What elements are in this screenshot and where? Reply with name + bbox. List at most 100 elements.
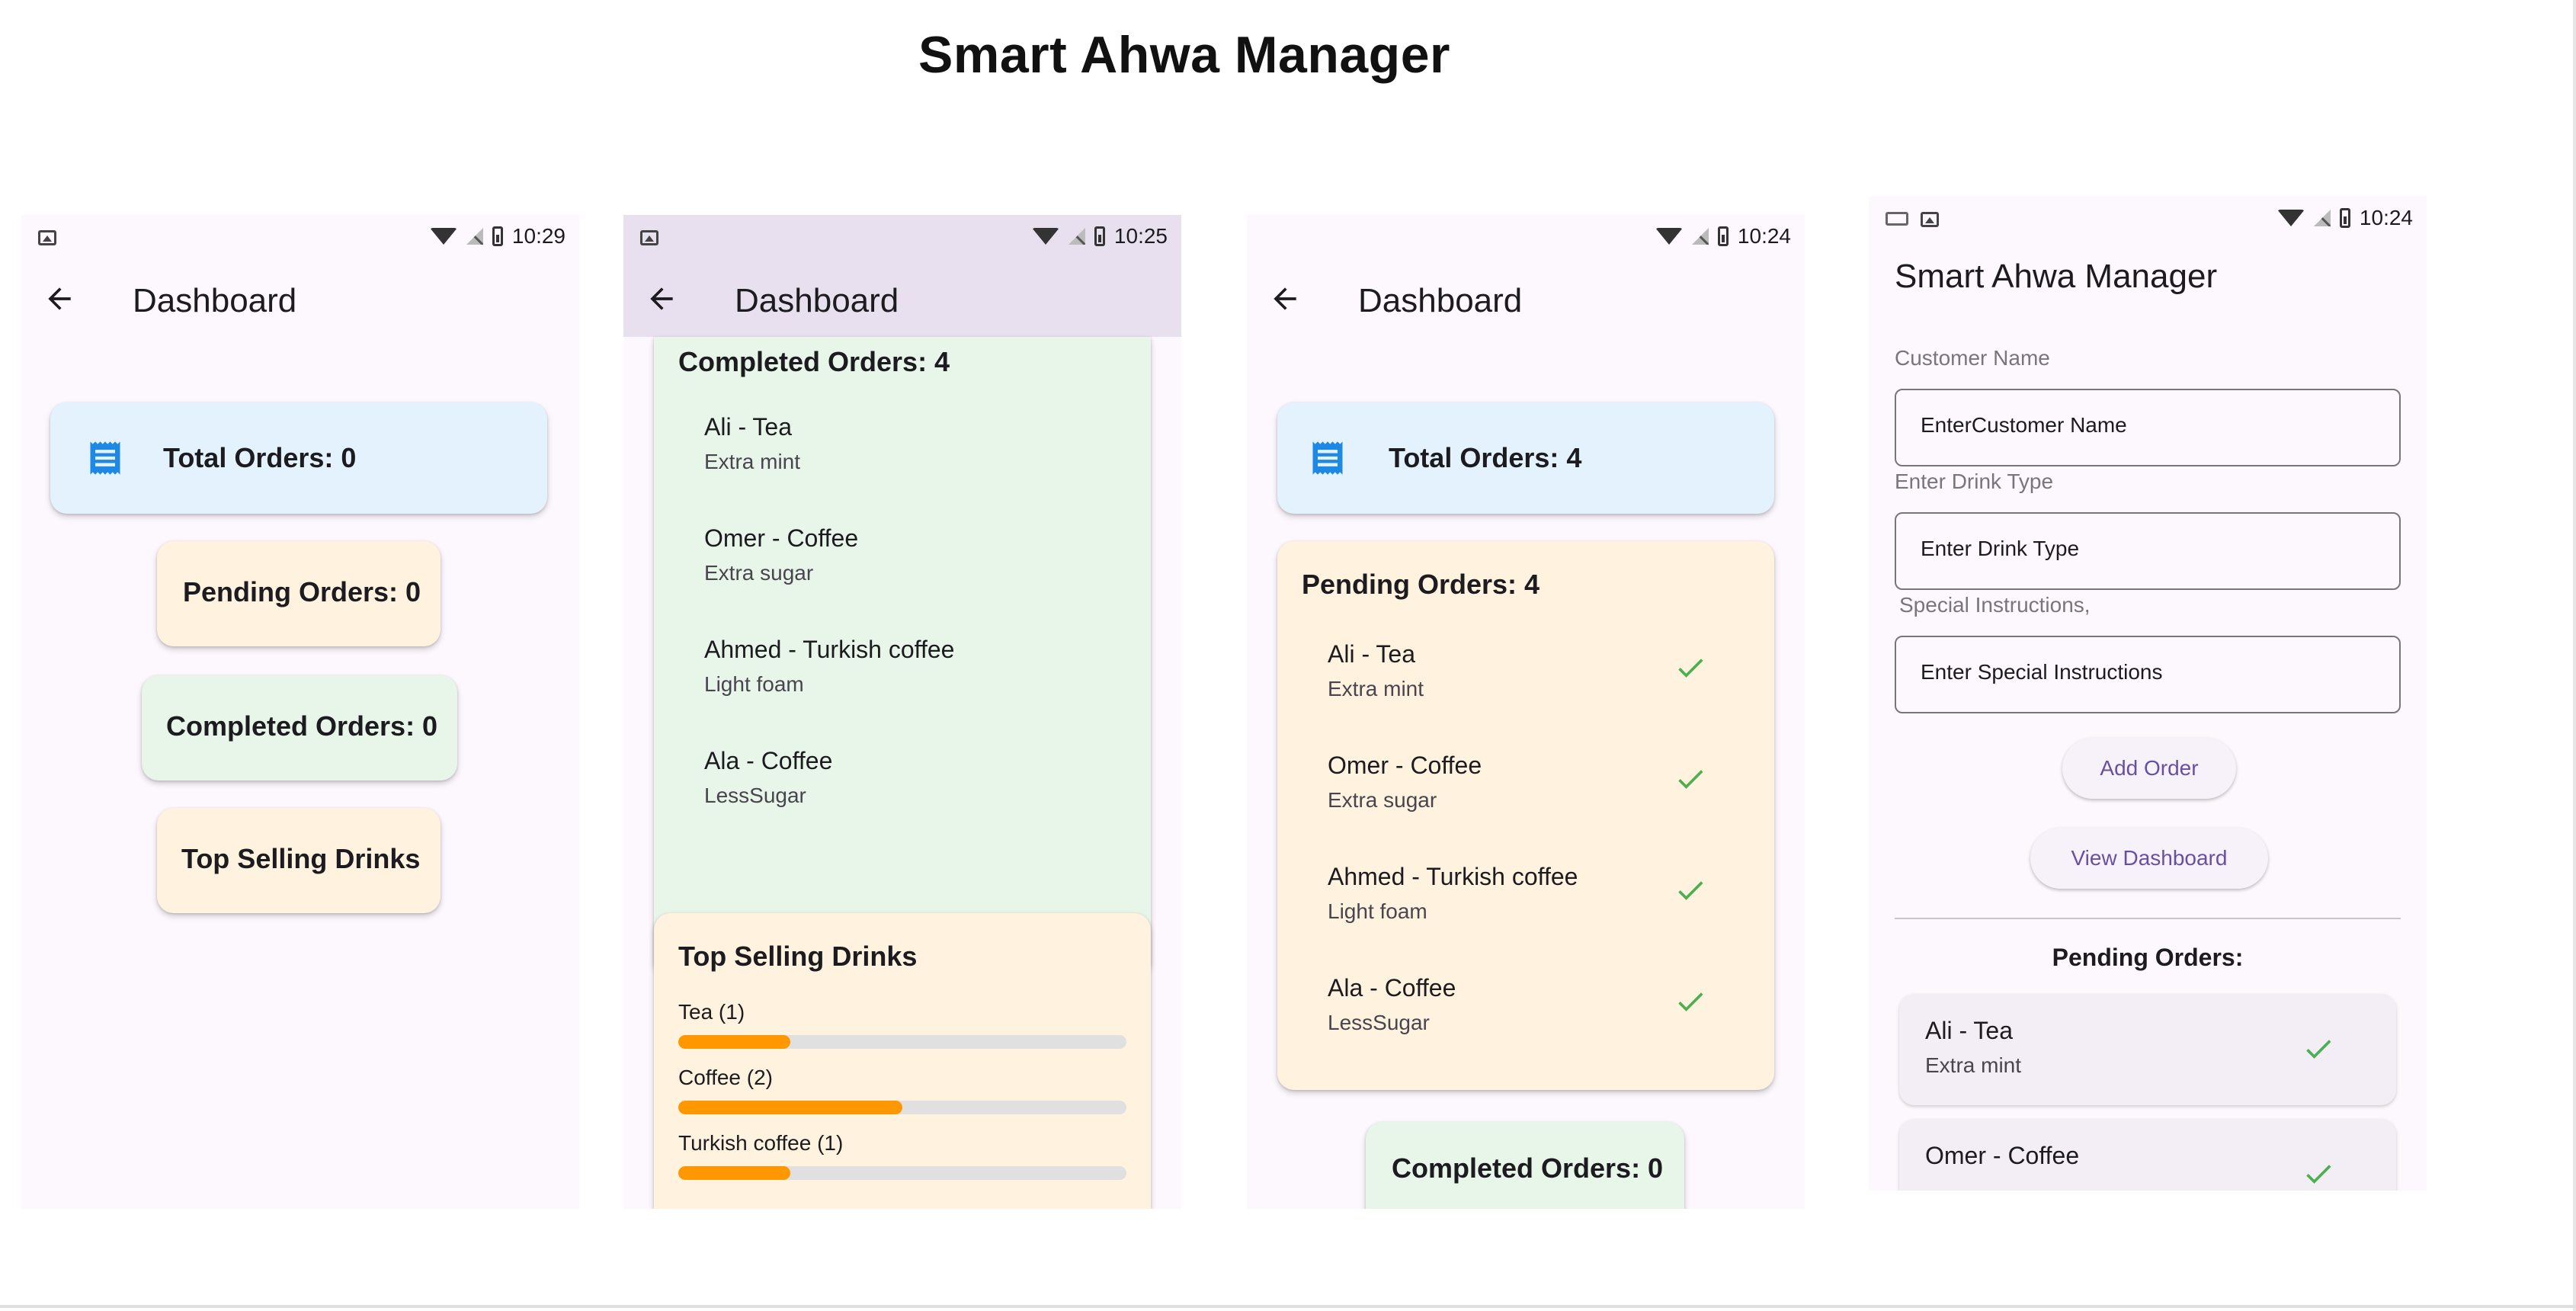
back-arrow-icon[interactable]: [645, 282, 678, 316]
frame-bottom-edge: [0, 1305, 2576, 1308]
status-bar: 10:24: [1869, 197, 2427, 242]
bar-track: [678, 1035, 1126, 1049]
back-arrow-icon[interactable]: [43, 282, 76, 316]
add-order-button[interactable]: Add Order: [2062, 738, 2236, 799]
completed-orders-card: Completed Orders: 4 Ali - Tea Extra mint…: [654, 337, 1151, 977]
total-orders-card: Total Orders: 4: [1277, 402, 1774, 514]
list-item: Omer - Coffee: [1899, 1119, 2396, 1191]
top-selling-label: Top Selling Drinks: [181, 843, 421, 874]
receipt-icon: [90, 441, 120, 475]
customer-name-input[interactable]: EnterCustomer Name: [1895, 389, 2401, 466]
app-bar: Dashboard: [1247, 261, 1805, 337]
appbar-title: Dashboard: [1358, 282, 1523, 319]
special-instructions-label: Special Instructions,: [1899, 593, 2091, 617]
list-item-title: Ali - Tea: [704, 413, 793, 441]
status-time: 10:24: [1737, 224, 1791, 248]
list-item-note: Extra mint: [704, 450, 801, 473]
list-item-title: Omer - Coffee: [1328, 752, 1482, 779]
wifi-icon: [1655, 228, 1683, 245]
status-time: 10:25: [1113, 224, 1168, 248]
wifi-icon: [429, 228, 457, 245]
total-orders-label: Total Orders: 4: [1389, 442, 1582, 473]
status-time: 10:29: [511, 224, 566, 248]
completed-orders-card: Completed Orders: 0: [142, 675, 457, 781]
frame-right-edge: [2573, 0, 2576, 1311]
wifi-icon: [1031, 228, 1059, 245]
status-bar: 10:25: [623, 215, 1181, 261]
view-dashboard-button[interactable]: View Dashboard: [2030, 828, 2268, 889]
status-time: 10:24: [2359, 206, 2413, 229]
customer-name-value: EnterCustomer Name: [1921, 413, 2127, 437]
battery-icon: [1094, 226, 1105, 246]
bar-track: [678, 1101, 1126, 1114]
battery-icon: [2339, 208, 2350, 228]
pending-orders-card: Pending Orders: 4 Ali - Tea Extra mint O…: [1277, 541, 1774, 1090]
no-signal-icon: [1068, 228, 1085, 245]
page-title: Smart Ahwa Manager: [918, 26, 1450, 84]
check-icon[interactable]: [2302, 1032, 2335, 1066]
app-title: Smart Ahwa Manager: [1895, 258, 2218, 295]
list-item-note: Extra sugar: [1328, 788, 1437, 812]
check-icon[interactable]: [1674, 651, 1707, 684]
completed-orders-card: Completed Orders: 0: [1366, 1122, 1684, 1209]
battery-icon: [492, 226, 503, 246]
completed-orders-label: Completed Orders: 0: [166, 710, 438, 742]
list-item-title: Ahmed - Turkish coffee: [704, 636, 955, 663]
total-orders-card: Total Orders: 0: [50, 402, 547, 514]
top-selling-card: Top Selling Drinks Tea (1) Coffee (2) Tu…: [654, 913, 1151, 1209]
list-item-note: LessSugar: [1328, 1011, 1430, 1034]
phone-screen-dashboard-completed: 10:25 Dashboard Completed Orders: 4 Ali …: [623, 215, 1181, 1209]
status-bar: 10:29: [21, 215, 579, 261]
pending-orders-heading: Pending Orders:: [2052, 944, 2244, 971]
keyboard-icon: [1886, 212, 1908, 226]
app-bar: Dashboard: [21, 261, 579, 337]
appbar-title: Dashboard: [735, 282, 899, 319]
no-signal-icon: [2313, 210, 2331, 226]
drink-type-input[interactable]: Enter Drink Type: [1895, 512, 2401, 590]
completed-orders-title: Completed Orders: 4: [678, 346, 950, 377]
pending-orders-title: Pending Orders: 4: [1302, 569, 1540, 600]
list-item-note: Extra mint: [1328, 677, 1424, 700]
list-item-note: Extra mint: [1925, 1053, 2022, 1077]
check-icon[interactable]: [2302, 1157, 2335, 1191]
top-selling-title: Top Selling Drinks: [678, 941, 918, 972]
bar-track: [678, 1166, 1126, 1180]
customer-name-label: Customer Name: [1895, 346, 2050, 370]
wifi-icon: [2276, 210, 2305, 226]
back-arrow-icon[interactable]: [1268, 282, 1302, 316]
bar-label: Tea (1): [678, 1000, 745, 1024]
list-item-note: Extra sugar: [704, 561, 814, 585]
special-instructions-value: Enter Special Instructions: [1921, 660, 2163, 684]
no-signal-icon: [1691, 228, 1709, 245]
status-bar: 10:24: [1247, 215, 1805, 261]
list-item-note: Light foam: [1328, 899, 1427, 923]
list-item-note: Light foam: [704, 672, 804, 696]
check-icon[interactable]: [1674, 873, 1707, 907]
list-item-title: Omer - Coffee: [1925, 1142, 2080, 1169]
top-selling-card: Top Selling Drinks: [157, 808, 441, 913]
bar-fill: [678, 1166, 790, 1180]
bar-label: Turkish coffee (1): [678, 1131, 844, 1155]
list-item-title: Ala - Coffee: [704, 747, 833, 774]
list-item-note: LessSugar: [704, 784, 806, 807]
image-icon: [640, 230, 658, 245]
phone-screen-dashboard-empty: 10:29 Dashboard Total Orders: 0 Pending …: [21, 215, 579, 1209]
image-icon: [38, 230, 56, 245]
total-orders-label: Total Orders: 0: [163, 442, 357, 473]
check-icon[interactable]: [1674, 762, 1707, 796]
receipt-icon: [1312, 441, 1343, 475]
check-icon[interactable]: [1674, 985, 1707, 1018]
divider: [1895, 918, 2401, 919]
list-item-title: Ali - Tea: [1925, 1017, 2014, 1044]
bar-label: Coffee (2): [678, 1066, 773, 1089]
image-icon: [1921, 212, 1939, 227]
special-instructions-input[interactable]: Enter Special Instructions: [1895, 636, 2401, 713]
list-item-title: Omer - Coffee: [704, 524, 859, 552]
list-item-title: Ali - Tea: [1328, 640, 1416, 668]
phone-screen-dashboard-pending: 10:24 Dashboard Total Orders: 4 Pending …: [1247, 215, 1805, 1209]
list-item-title: Ala - Coffee: [1328, 974, 1456, 1002]
completed-orders-label: Completed Orders: 0: [1392, 1152, 1664, 1184]
pending-orders-label: Pending Orders: 0: [183, 576, 421, 607]
list-item-title: Ahmed - Turkish coffee: [1328, 863, 1578, 890]
appbar-title: Dashboard: [133, 282, 297, 319]
